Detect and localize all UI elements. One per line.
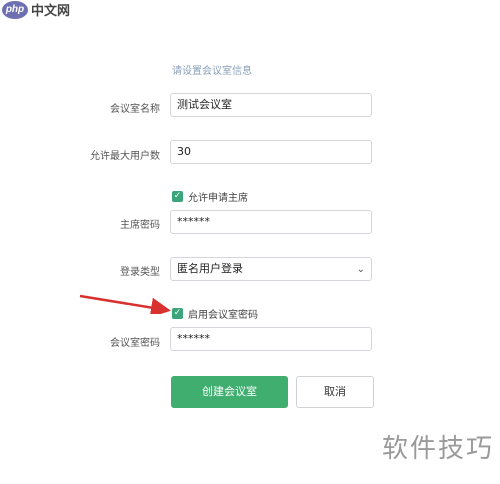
- cancel-button[interactable]: 取消: [296, 376, 374, 408]
- red-arrow-annotation: [79, 294, 171, 314]
- form-subtitle: 请设置会议室信息: [172, 66, 252, 77]
- room-password-input[interactable]: ******: [170, 327, 372, 351]
- site-watermark: php 中文网: [2, 0, 70, 19]
- room-name-input[interactable]: 测试会议室: [170, 93, 372, 117]
- room-password-label: 会议室密码: [110, 338, 160, 349]
- enable-room-password-option[interactable]: ✓ 启用会议室密码: [172, 306, 258, 321]
- room-name-label: 会议室名称: [110, 104, 160, 115]
- enable-room-password-checkbox[interactable]: ✓: [172, 308, 183, 319]
- allow-host-label: 允许申请主席: [188, 193, 248, 204]
- max-users-input[interactable]: 30: [170, 140, 372, 164]
- login-type-label: 登录类型: [120, 267, 160, 278]
- corner-watermark: 软件技巧: [381, 434, 494, 464]
- login-type-select[interactable]: 匿名用户登录 ⌄: [170, 257, 372, 281]
- chevron-down-icon: ⌄: [356, 264, 365, 275]
- host-password-input[interactable]: ******: [170, 210, 372, 234]
- enable-room-password-label: 启用会议室密码: [188, 310, 258, 321]
- max-users-label: 允许最大用户数: [90, 151, 160, 162]
- host-password-label: 主席密码: [120, 220, 160, 231]
- login-type-value: 匿名用户登录: [177, 262, 243, 275]
- create-room-button[interactable]: 创建会议室: [171, 376, 288, 408]
- php-logo-icon: php: [2, 0, 28, 19]
- allow-host-option[interactable]: ✓ 允许申请主席: [172, 189, 248, 204]
- site-watermark-text: 中文网: [31, 4, 71, 19]
- allow-host-checkbox[interactable]: ✓: [172, 191, 183, 202]
